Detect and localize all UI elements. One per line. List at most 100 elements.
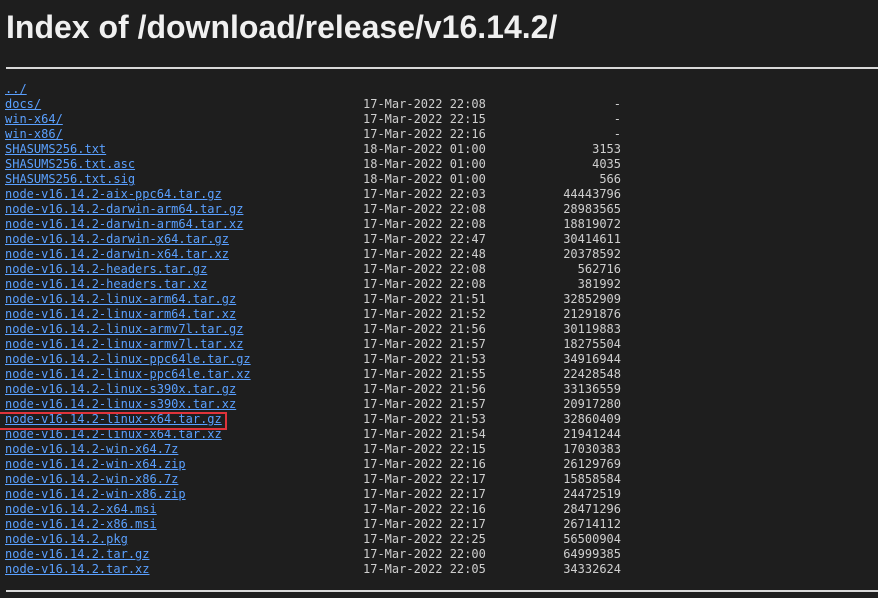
file-link[interactable]: node-v16.14.2-linux-s390x.tar.gz [5, 382, 236, 397]
file-row: node-v16.14.2-linux-s390x.tar.xz 17-Mar-2… [0, 397, 878, 412]
file-date: 18-Mar-2022 01:00 [363, 142, 486, 156]
file-size: 21941244 [563, 427, 621, 441]
file-link[interactable]: node-v16.14.2-linux-x64.tar.gz [5, 412, 222, 427]
file-size: 4035 [592, 157, 621, 171]
file-row: node-v16.14.2-linux-x64.tar.gz 17-Mar-202… [0, 412, 878, 427]
file-row: node-v16.14.2-linux-x64.tar.xz 17-Mar-202… [0, 427, 878, 442]
file-row: node-v16.14.2-win-x86.7z 17-Mar-2022 22:1… [0, 472, 878, 487]
file-date: 17-Mar-2022 22:16 [363, 127, 486, 141]
file-date: 17-Mar-2022 22:08 [363, 202, 486, 216]
file-date: 17-Mar-2022 22:17 [363, 472, 486, 486]
file-date: 17-Mar-2022 21:57 [363, 337, 486, 351]
file-date: 17-Mar-2022 21:55 [363, 367, 486, 381]
file-link[interactable]: SHASUMS256.txt.asc [5, 157, 135, 172]
file-size: 18819072 [563, 217, 621, 231]
file-row: node-v16.14.2-linux-arm64.tar.gz 17-Mar-2… [0, 292, 878, 307]
file-link[interactable]: node-v16.14.2-headers.tar.gz [5, 262, 207, 277]
file-size: 28983565 [563, 202, 621, 216]
file-link[interactable]: node-v16.14.2-linux-x64.tar.xz [5, 427, 222, 442]
page-title: Index of /download/release/v16.14.2/ [6, 9, 558, 45]
file-size: 30119883 [563, 322, 621, 336]
file-row: node-v16.14.2-x86.msi 17-Mar-2022 22:17 26… [0, 517, 878, 532]
file-link[interactable]: node-v16.14.2-linux-arm64.tar.xz [5, 307, 236, 322]
file-date: 17-Mar-2022 22:08 [363, 97, 486, 111]
file-link[interactable]: node-v16.14.2.tar.xz [5, 562, 150, 577]
file-size: 381992 [577, 277, 621, 291]
file-row: node-v16.14.2-linux-arm64.tar.xz 17-Mar-2… [0, 307, 878, 322]
file-size: 17030383 [563, 442, 621, 456]
file-row: node-v16.14.2-linux-armv7l.tar.gz 17-Mar-… [0, 322, 878, 337]
file-date: 17-Mar-2022 22:17 [363, 517, 486, 531]
file-date: 18-Mar-2022 01:00 [363, 172, 486, 186]
file-size: 562716 [577, 262, 621, 276]
file-link[interactable]: node-v16.14.2-win-x86.7z [5, 472, 178, 487]
file-row: node-v16.14.2-win-x64.7z 17-Mar-2022 22:1… [0, 442, 878, 457]
file-link[interactable]: node-v16.14.2.pkg [5, 532, 128, 547]
file-size: 21291876 [563, 307, 621, 321]
file-link[interactable]: node-v16.14.2-darwin-x64.tar.xz [5, 247, 229, 262]
file-size: 34332624 [563, 562, 621, 576]
file-row: ../ [0, 82, 878, 97]
file-size: 26129769 [563, 457, 621, 471]
file-link[interactable]: node-v16.14.2-linux-arm64.tar.gz [5, 292, 236, 307]
file-link[interactable]: node-v16.14.2-x64.msi [5, 502, 157, 517]
file-row: node-v16.14.2-linux-s390x.tar.gz 17-Mar-2… [0, 382, 878, 397]
file-row: node-v16.14.2-darwin-x64.tar.gz 17-Mar-20… [0, 232, 878, 247]
file-link[interactable]: node-v16.14.2-linux-armv7l.tar.xz [5, 337, 243, 352]
file-row: node-v16.14.2-linux-armv7l.tar.xz 17-Mar-… [0, 337, 878, 352]
file-date: 17-Mar-2022 21:57 [363, 397, 486, 411]
file-row: docs/17-Mar-2022 22:08 - [0, 97, 878, 112]
file-size: 32852909 [563, 292, 621, 306]
file-link[interactable]: docs/ [5, 97, 41, 112]
file-size: 33136559 [563, 382, 621, 396]
file-date: 17-Mar-2022 22:08 [363, 217, 486, 231]
file-date: 17-Mar-2022 21:53 [363, 352, 486, 366]
file-link[interactable]: node-v16.14.2-darwin-x64.tar.gz [5, 232, 229, 247]
file-link[interactable]: ../ [5, 82, 27, 97]
bottom-divider [6, 590, 878, 592]
file-size: 15858584 [563, 472, 621, 486]
file-row: SHASUMS256.txt 18-Mar-2022 01:00 3153 [0, 142, 878, 157]
file-date: 17-Mar-2022 22:05 [363, 562, 486, 576]
file-row: win-x64/17-Mar-2022 22:15 - [0, 112, 878, 127]
file-size: 18275504 [563, 337, 621, 351]
file-row: node-v16.14.2-aix-ppc64.tar.gz 17-Mar-202… [0, 187, 878, 202]
file-date: 17-Mar-2022 22:03 [363, 187, 486, 201]
file-date: 17-Mar-2022 22:17 [363, 487, 486, 501]
file-link[interactable]: node-v16.14.2-x86.msi [5, 517, 157, 532]
file-date: 17-Mar-2022 22:47 [363, 232, 486, 246]
file-link[interactable]: SHASUMS256.txt.sig [5, 172, 135, 187]
file-size: 56500904 [563, 532, 621, 546]
file-row: SHASUMS256.txt.asc 18-Mar-2022 01:00 4035 [0, 157, 878, 172]
file-link[interactable]: node-v16.14.2-headers.tar.xz [5, 277, 207, 292]
file-link[interactable]: node-v16.14.2-darwin-arm64.tar.gz [5, 202, 243, 217]
file-size: 44443796 [563, 187, 621, 201]
file-link[interactable]: win-x86/ [5, 127, 63, 142]
file-size: 64999385 [563, 547, 621, 561]
file-link[interactable]: win-x64/ [5, 112, 63, 127]
file-link[interactable]: node-v16.14.2-linux-s390x.tar.xz [5, 397, 236, 412]
file-row: node-v16.14.2-x64.msi 17-Mar-2022 22:16 28… [0, 502, 878, 517]
file-link[interactable]: SHASUMS256.txt [5, 142, 106, 157]
file-link[interactable]: node-v16.14.2-linux-ppc64le.tar.xz [5, 367, 251, 382]
file-link[interactable]: node-v16.14.2-aix-ppc64.tar.gz [5, 187, 222, 202]
file-size: - [613, 127, 621, 141]
file-date: 17-Mar-2022 22:15 [363, 112, 486, 126]
file-link[interactable]: node-v16.14.2-win-x64.zip [5, 457, 186, 472]
file-size: 566 [599, 172, 621, 186]
file-link[interactable]: node-v16.14.2-linux-armv7l.tar.gz [5, 322, 243, 337]
file-date: 17-Mar-2022 21:56 [363, 322, 486, 336]
file-size: - [613, 97, 621, 111]
file-link[interactable]: node-v16.14.2-linux-ppc64le.tar.gz [5, 352, 251, 367]
file-size: 20917280 [563, 397, 621, 411]
file-link[interactable]: node-v16.14.2-darwin-arm64.tar.xz [5, 217, 243, 232]
file-row: SHASUMS256.txt.sig 18-Mar-2022 01:00 566 [0, 172, 878, 187]
file-row: node-v16.14.2.tar.xz 17-Mar-2022 22:05 343… [0, 562, 878, 577]
file-link[interactable]: node-v16.14.2.tar.gz [5, 547, 150, 562]
top-divider [6, 67, 878, 69]
file-row: node-v16.14.2-win-x86.zip 17-Mar-2022 22:… [0, 487, 878, 502]
file-link[interactable]: node-v16.14.2-win-x86.zip [5, 487, 186, 502]
file-link[interactable]: node-v16.14.2-win-x64.7z [5, 442, 178, 457]
file-size: 28471296 [563, 502, 621, 516]
file-row: node-v16.14.2-win-x64.zip 17-Mar-2022 22:… [0, 457, 878, 472]
